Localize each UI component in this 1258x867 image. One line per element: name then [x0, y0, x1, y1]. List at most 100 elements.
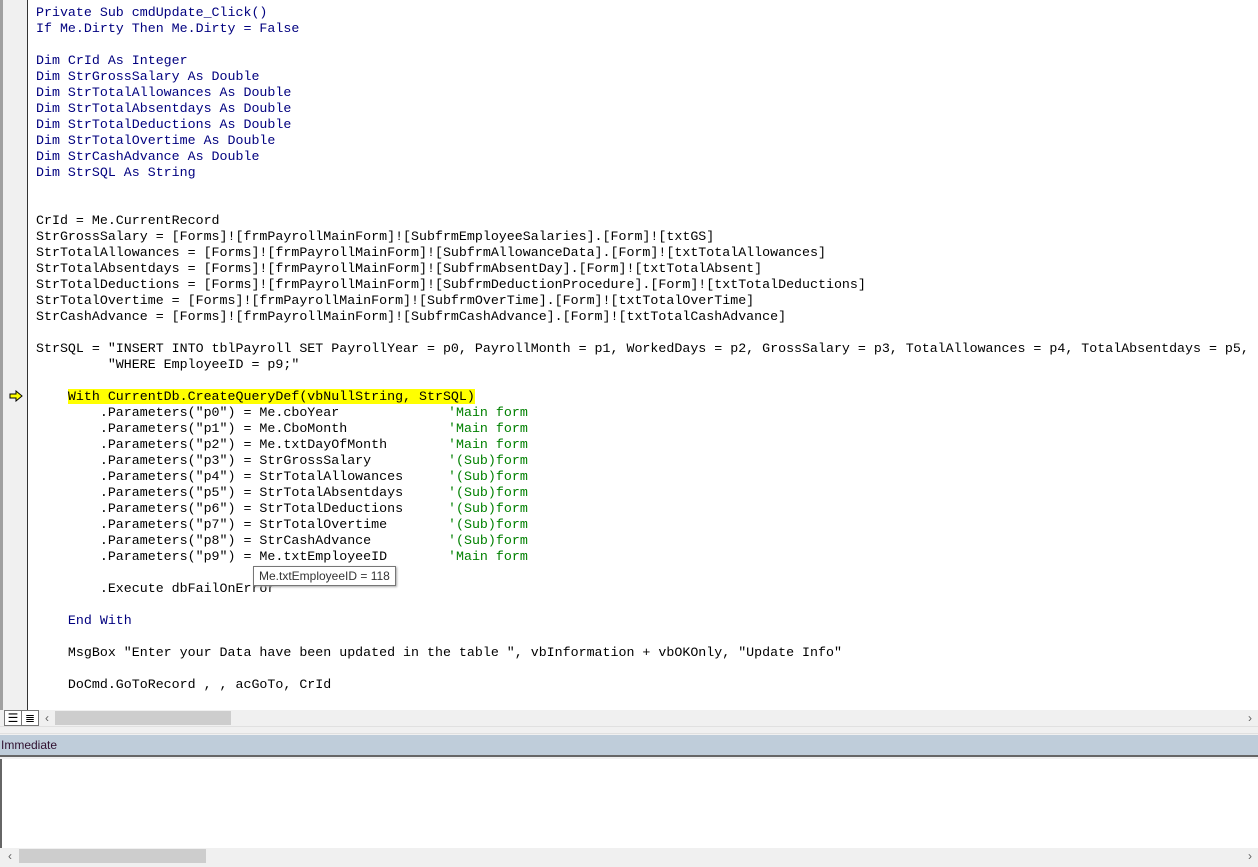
code-comment: '(Sub)form	[448, 533, 528, 548]
margin-indicator-bar[interactable]	[0, 0, 28, 710]
code-comment: '(Sub)form	[448, 453, 528, 468]
code-text: Dim StrTotalDeductions As Double	[36, 117, 292, 132]
scroll-thumb[interactable]	[55, 711, 231, 725]
code-text: .Parameters("p0") = Me.cboYear	[36, 405, 340, 420]
code-text: Dim StrTotalAbsentdays As Double	[36, 101, 292, 116]
code-line[interactable]: StrCashAdvance = [Forms]![frmPayrollMain…	[36, 309, 1258, 325]
scroll-thumb[interactable]	[19, 849, 206, 863]
code-line[interactable]: StrTotalOvertime = [Forms]![frmPayrollMa…	[36, 293, 1258, 309]
code-line[interactable]: DoCmd.GoToRecord , , acGoTo, CrId	[36, 677, 1258, 693]
code-line[interactable]: If Me.Dirty Then Me.Dirty = False	[36, 21, 1258, 37]
code-text: "WHERE EmployeeID = p9;"	[36, 357, 300, 372]
code-line[interactable]: .Parameters("p5") = StrTotalAbsentdays '(…	[36, 485, 1258, 501]
code-line[interactable]	[36, 565, 1258, 581]
code-text: Private Sub cmdUpdate_Click()	[36, 5, 268, 20]
code-comment: 'Main form	[448, 549, 528, 564]
code-line[interactable]: .Parameters("p1") = Me.CboMonth 'Main for…	[36, 421, 1258, 437]
code-line[interactable]: CrId = Me.CurrentRecord	[36, 213, 1258, 229]
code-text: .Parameters("p3") = StrGrossSalary	[36, 453, 372, 468]
code-text: MsgBox "Enter your Data have been update…	[36, 645, 842, 660]
code-line[interactable]: StrTotalAllowances = [Forms]![frmPayroll…	[36, 245, 1258, 261]
scroll-right-icon[interactable]: ›	[1242, 848, 1258, 864]
code-line[interactable]: Dim StrCashAdvance As Double	[36, 149, 1258, 165]
code-line[interactable]: Dim StrTotalAbsentdays As Double	[36, 101, 1258, 117]
code-line[interactable]	[36, 197, 1258, 213]
code-line[interactable]: .Parameters("p7") = StrTotalOvertime '(Su…	[36, 517, 1258, 533]
execution-point-arrow-icon	[9, 390, 23, 402]
code-line[interactable]: With CurrentDb.CreateQueryDef(vbNullStri…	[36, 389, 1258, 405]
data-tip-tooltip: Me.txtEmployeeID = 118	[253, 566, 396, 586]
code-text: .Execute dbFailOnError	[36, 581, 276, 596]
code-line[interactable]	[36, 325, 1258, 341]
code-line[interactable]: MsgBox "Enter your Data have been update…	[36, 645, 1258, 661]
code-line[interactable]: .Execute dbFailOnError	[36, 581, 1258, 597]
code-line[interactable]: .Parameters("p6") = StrTotalDeductions '(…	[36, 501, 1258, 517]
code-line[interactable]: Dim StrTotalAllowances As Double	[36, 85, 1258, 101]
code-line[interactable]: StrTotalAbsentdays = [Forms]![frmPayroll…	[36, 261, 1258, 277]
code-comment: '(Sub)form	[448, 469, 528, 484]
code-text: Dim StrCashAdvance As Double	[36, 149, 260, 164]
code-text: CrId = Me.CurrentRecord	[36, 213, 220, 228]
code-text: StrSQL = "INSERT INTO tblPayroll SET Pay…	[36, 341, 1249, 356]
editor-horizontal-scrollbar[interactable]: ☰ ≣ ‹ ›	[0, 710, 1258, 726]
code-line[interactable]	[36, 597, 1258, 613]
code-line[interactable]: .Parameters("p0") = Me.cboYear 'Main form	[36, 405, 1258, 421]
code-line[interactable]: End With	[36, 613, 1258, 629]
code-line[interactable]	[36, 373, 1258, 389]
code-text: Dim CrId As Integer	[36, 53, 188, 68]
code-comment: '(Sub)form	[448, 517, 528, 532]
code-line[interactable]	[36, 37, 1258, 53]
code-text: StrTotalAbsentdays = [Forms]![frmPayroll…	[36, 261, 763, 276]
code-line[interactable]	[36, 629, 1258, 645]
code-line[interactable]: Dim CrId As Integer	[36, 53, 1258, 69]
code-text: .Parameters("p6") = StrTotalDeductions	[36, 501, 404, 516]
code-text: .Parameters("p7") = StrTotalOvertime	[36, 517, 388, 532]
code-comment: '(Sub)form	[448, 485, 528, 500]
code-comment: 'Main form	[448, 421, 528, 436]
code-line[interactable]: Dim StrTotalOvertime As Double	[36, 133, 1258, 149]
code-text: StrTotalAllowances = [Forms]![frmPayroll…	[36, 245, 826, 260]
code-text: Dim StrGrossSalary As Double	[36, 69, 260, 84]
code-text: StrTotalDeductions = [Forms]![frmPayroll…	[36, 277, 866, 292]
code-lines[interactable]: Private Sub cmdUpdate_Click() If Me.Dirty…	[36, 5, 1258, 693]
code-line[interactable]: Dim StrGrossSalary As Double	[36, 69, 1258, 85]
pane-splitter[interactable]	[0, 726, 1258, 734]
scroll-right-icon[interactable]: ›	[1242, 710, 1258, 726]
scroll-left-icon[interactable]: ‹	[39, 710, 55, 726]
code-line[interactable]: .Parameters("p8") = StrCashAdvance '(Sub)…	[36, 533, 1258, 549]
code-line[interactable]: StrSQL = "INSERT INTO tblPayroll SET Pay…	[36, 341, 1258, 357]
immediate-horizontal-scrollbar[interactable]: ‹ ›	[0, 848, 1258, 865]
code-text: Dim StrTotalOvertime As Double	[36, 133, 276, 148]
code-line[interactable]: .Parameters("p4") = StrTotalAllowances '(…	[36, 469, 1258, 485]
code-comment: '(Sub)form	[448, 501, 528, 516]
code-editor[interactable]: Private Sub cmdUpdate_Click() If Me.Dirty…	[0, 0, 1258, 710]
code-line[interactable]: .Parameters("p2") = Me.txtDayOfMonth 'Mai…	[36, 437, 1258, 453]
code-text: .Parameters("p2") = Me.txtDayOfMonth	[36, 437, 388, 452]
code-text: .Parameters("p4") = StrTotalAllowances	[36, 469, 404, 484]
code-line[interactable]: .Parameters("p9") = Me.txtEmployeeID 'Mai…	[36, 549, 1258, 565]
scroll-left-icon[interactable]: ‹	[2, 848, 18, 864]
immediate-window-title: Immediate	[0, 735, 1258, 757]
code-line[interactable]: "WHERE EmployeeID = p9;"	[36, 357, 1258, 373]
code-text: StrTotalOvertime = [Forms]![frmPayrollMa…	[36, 293, 755, 308]
code-line[interactable]: Dim StrSQL As String	[36, 165, 1258, 181]
code-text: StrCashAdvance = [Forms]![frmPayrollMain…	[36, 309, 787, 324]
code-line[interactable]	[36, 661, 1258, 677]
code-text: Dim StrTotalAllowances As Double	[36, 85, 292, 100]
code-line[interactable]: StrTotalDeductions = [Forms]![frmPayroll…	[36, 277, 1258, 293]
procedure-view-button[interactable]: ☰	[4, 710, 22, 726]
code-text: With CurrentDb.CreateQueryDef(vbNullStri…	[67, 389, 475, 404]
code-line[interactable]: Private Sub cmdUpdate_Click()	[36, 5, 1258, 21]
code-text: DoCmd.GoToRecord , , acGoTo, CrId	[36, 677, 332, 692]
code-line[interactable]	[36, 181, 1258, 197]
code-text: .Parameters("p8") = StrCashAdvance	[36, 533, 372, 548]
code-text: .Parameters("p9") = Me.txtEmployeeID	[36, 549, 388, 564]
code-line[interactable]: StrGrossSalary = [Forms]![frmPayrollMain…	[36, 229, 1258, 245]
immediate-window-input[interactable]	[0, 759, 1258, 848]
code-line[interactable]: Dim StrTotalDeductions As Double	[36, 117, 1258, 133]
full-module-view-button[interactable]: ≣	[21, 710, 39, 726]
code-line[interactable]: .Parameters("p3") = StrGrossSalary '(Sub)…	[36, 453, 1258, 469]
code-text: .Parameters("p5") = StrTotalAbsentdays	[36, 485, 404, 500]
code-comment: 'Main form	[448, 437, 528, 452]
